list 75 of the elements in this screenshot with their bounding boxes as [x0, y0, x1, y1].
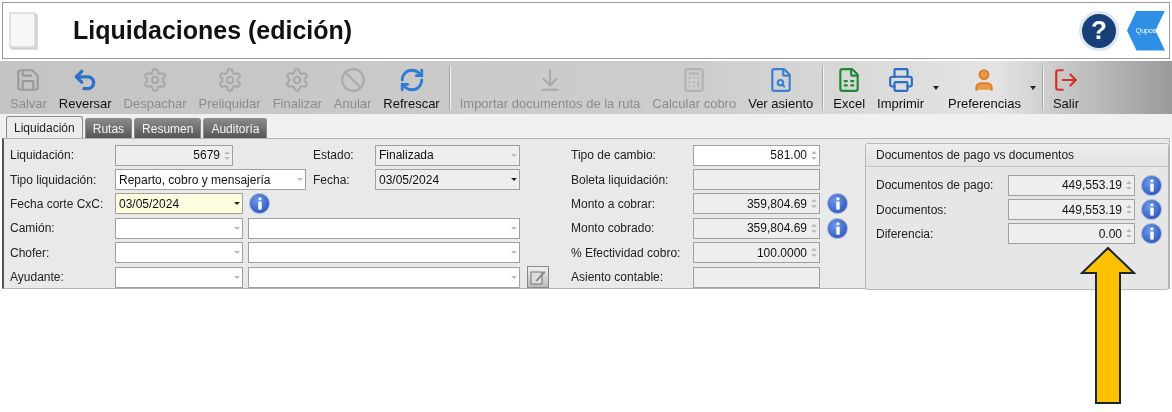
info-icon	[1147, 178, 1156, 192]
number-field[interactable]: 359,804.69	[693, 193, 820, 215]
exit-icon	[1052, 67, 1079, 93]
toolbar-button[interactable]: Excel	[827, 61, 872, 114]
field-label: Estado:	[313, 148, 355, 163]
dropdown-field[interactable]: Finalizada	[375, 144, 520, 166]
info-icon	[255, 197, 264, 211]
group-title: Documentos de pago vs documentos	[866, 144, 1168, 167]
field-label: Tipo liquidación:	[10, 172, 98, 187]
edit-button[interactable]	[527, 266, 549, 289]
caret-icon[interactable]	[1029, 85, 1036, 90]
field-label: Documentos:	[876, 202, 948, 217]
notepad-icon	[9, 10, 39, 51]
field-label: Monto cobrado:	[571, 221, 656, 236]
number-field[interactable]: 581.00	[693, 144, 820, 166]
info-icon	[1147, 227, 1156, 241]
field-label: Liquidación:	[10, 148, 76, 163]
help-button[interactable]: ?	[1079, 10, 1119, 51]
tab[interactable]: Resumen	[134, 118, 202, 138]
field-label: Camión:	[10, 221, 56, 236]
gear-icon	[284, 67, 311, 93]
window-title: Liquidaciones (edición)	[73, 16, 354, 45]
field-label: Documentos de pago:	[876, 178, 995, 193]
field-label: Fecha corte CxC:	[10, 196, 105, 211]
dropdown-field[interactable]	[248, 217, 520, 239]
number-field[interactable]: 449,553.19	[1008, 199, 1135, 221]
dropdown-field[interactable]	[248, 266, 520, 288]
number-field[interactable]: 100.0000	[693, 242, 820, 264]
text-field[interactable]	[693, 169, 820, 191]
dropdown-field[interactable]	[115, 217, 243, 239]
toolbar-button[interactable]: Reversar	[52, 61, 118, 114]
save-icon	[15, 67, 42, 93]
info-icon	[833, 197, 842, 211]
toolbar-button[interactable]: Preferencias	[941, 61, 1027, 114]
info-button[interactable]	[827, 217, 848, 239]
refresh-icon	[398, 67, 425, 93]
number-field[interactable]: 0.00	[1008, 223, 1135, 245]
info-icon	[833, 221, 842, 235]
dropdown-field[interactable]	[115, 266, 243, 288]
gear-icon	[142, 67, 169, 93]
field-label: Chofer:	[10, 245, 51, 260]
date-field[interactable]: 03/05/2024	[115, 193, 243, 215]
tab[interactable]: Rutas	[84, 118, 133, 138]
info-button[interactable]	[827, 193, 848, 215]
ban-icon	[339, 67, 366, 93]
info-button[interactable]	[1141, 223, 1162, 245]
field-label: Boleta liquidación:	[571, 172, 670, 187]
gear-icon	[216, 67, 243, 93]
info-button[interactable]	[249, 193, 270, 215]
date-field[interactable]: 03/05/2024	[375, 169, 520, 191]
field-label: % Efectividad cobro:	[571, 245, 682, 260]
toolbar-button[interactable]: Refrescar	[377, 61, 446, 114]
toolbar-button[interactable]: Ver asiento	[742, 61, 820, 114]
dropdown-field[interactable]	[115, 242, 243, 264]
caret-icon[interactable]	[932, 85, 939, 90]
field-label: Asiento contable:	[571, 270, 665, 285]
toolbar-button[interactable]: Imprimir	[871, 61, 930, 114]
text-field[interactable]	[693, 266, 820, 288]
tab[interactable]: Liquidación	[6, 116, 83, 138]
field-label: Monto a cobrar:	[571, 196, 657, 211]
toolbar-button[interactable]: Salir	[1046, 61, 1085, 114]
number-field[interactable]: 359,804.69	[693, 217, 820, 239]
printer-icon	[887, 67, 914, 93]
field-label: Fecha:	[313, 172, 351, 187]
info-button[interactable]	[1141, 199, 1162, 221]
dropdown-field[interactable]: Reparto, cobro y mensajería	[115, 169, 306, 191]
field-label: Ayudante:	[10, 270, 65, 285]
number-field[interactable]: 449,553.19	[1008, 174, 1135, 196]
info-button[interactable]	[1141, 174, 1162, 196]
tab[interactable]: Auditoría	[203, 118, 268, 138]
dropdown-field[interactable]	[248, 242, 520, 264]
field-label: Diferencia:	[876, 226, 935, 241]
info-icon	[1147, 203, 1156, 217]
field-label: Tipo de cambio:	[571, 148, 657, 163]
number-field[interactable]: 5679	[115, 144, 233, 166]
